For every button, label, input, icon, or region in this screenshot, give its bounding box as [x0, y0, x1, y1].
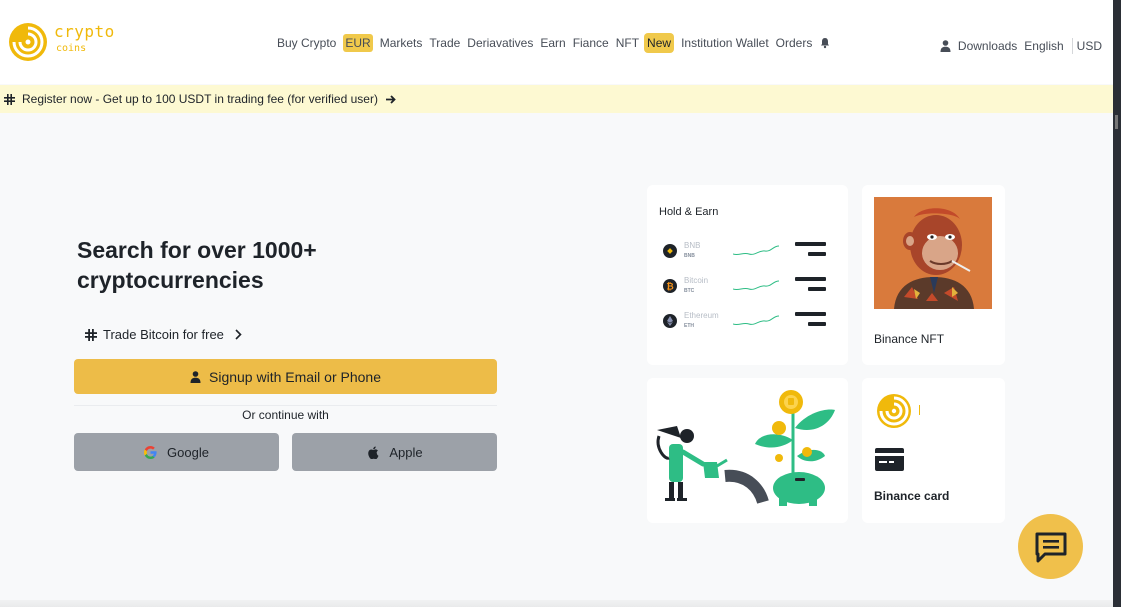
bitcoin-icon: ₿ [663, 279, 677, 293]
logo-text: crypto coins [54, 24, 115, 54]
downloads-link[interactable]: Downloads [958, 39, 1017, 53]
nft-ape-image [874, 197, 992, 309]
value-bar [795, 312, 826, 316]
language-selector[interactable]: English [1024, 39, 1063, 53]
bnb-icon [663, 244, 677, 258]
coin-row-bnb[interactable]: BNB BNB [663, 241, 833, 263]
hash-icon [85, 328, 97, 341]
continue-divider: Or continue with [74, 405, 497, 422]
top-header: crypto coins Buy Crypto EUR Markets Trad… [0, 0, 1113, 84]
signup-label: Signup with Email or Phone [209, 368, 381, 385]
arrow-right-icon[interactable] [385, 94, 396, 105]
currency-selector[interactable]: USD [1077, 39, 1102, 53]
logo-swirl-icon [9, 23, 47, 61]
coin-name: BNB [684, 241, 701, 250]
nav-buy-crypto[interactable]: Buy Crypto [277, 36, 336, 50]
value-bar [795, 277, 826, 281]
value-bar [808, 322, 826, 326]
coin-symbol: ETH [684, 323, 694, 329]
nav-earn[interactable]: Earn [540, 36, 565, 50]
chat-support-button[interactable] [1018, 514, 1083, 579]
hero-title: Search for over 1000+ cryptocurrencies [77, 237, 317, 293]
trade-link-label: Trade Bitcoin for free [103, 327, 224, 342]
apple-button[interactable]: Apple [292, 433, 497, 471]
window-edge [1113, 0, 1121, 607]
nav-finance[interactable]: Fiance [573, 36, 609, 50]
sparkline [733, 315, 779, 326]
ethereum-icon [663, 314, 677, 328]
value-bar [808, 287, 826, 291]
google-label: Google [167, 444, 209, 460]
hash-icon [4, 93, 15, 105]
hold-earn-card[interactable]: Hold & Earn BNB BNB ₿ Bitcoin BTC Ethere… [647, 185, 848, 365]
nav-nft[interactable]: NFT [616, 36, 639, 50]
coin-symbol: BTC [684, 288, 695, 294]
nav-new-badge: New [644, 33, 675, 53]
nav-institution-wallet[interactable]: Institution Wallet [681, 36, 769, 50]
promo-banner[interactable]: Register now - Get up to 100 USDT in tra… [0, 85, 1113, 113]
hold-earn-title: Hold & Earn [659, 206, 719, 218]
svg-text:₿: ₿ [666, 282, 673, 292]
user-icon [190, 370, 201, 383]
nav-orders[interactable]: Orders [776, 36, 813, 50]
banner-text: Register now - Get up to 100 USDT in tra… [22, 92, 378, 106]
sparkline [733, 245, 779, 256]
chevron-right-icon [235, 329, 242, 340]
growing-money-illustration [656, 390, 835, 506]
header-right: Downloads English USD [940, 38, 1102, 54]
apple-label: Apple [389, 444, 423, 460]
bell-icon[interactable] [819, 37, 831, 49]
card-icon [875, 448, 904, 471]
value-bar [808, 252, 826, 256]
google-icon [144, 445, 157, 459]
coin-row-eth[interactable]: Ethereum ETH [663, 311, 833, 333]
continue-text: Or continue with [236, 408, 335, 422]
binance-card-label: Binance card [874, 489, 950, 503]
logo[interactable]: crypto coins [8, 22, 115, 62]
sparkline [733, 280, 779, 291]
main-nav: Buy Crypto EUR Markets Trade Deriavative… [277, 33, 831, 53]
nav-trade[interactable]: Trade [429, 36, 460, 50]
binance-card-card[interactable]: Binance card [862, 378, 1005, 523]
nft-card-label: Binance NFT [874, 332, 945, 346]
nav-markets[interactable]: Markets [380, 36, 423, 50]
coin-symbol: BNB [684, 253, 695, 259]
chat-icon [1035, 532, 1066, 562]
nft-card[interactable]: Binance NFT [862, 185, 1005, 365]
nav-derivatives[interactable]: Deriavatives [467, 36, 533, 50]
earn-illustration-card[interactable] [647, 378, 848, 523]
logo-line2: coins [56, 43, 87, 54]
user-icon[interactable] [940, 40, 951, 52]
trade-bitcoin-link[interactable]: Trade Bitcoin for free [85, 327, 242, 342]
apple-icon [368, 446, 379, 459]
coin-name: Bitcoin [684, 276, 709, 285]
value-bar [795, 242, 826, 246]
logo-swirl-icon [877, 394, 920, 428]
coin-name: Ethereum [684, 311, 719, 320]
header-divider [1071, 38, 1073, 54]
signup-button[interactable]: Signup with Email or Phone [74, 359, 497, 394]
google-button[interactable]: Google [74, 433, 279, 471]
page-bottom-shadow [0, 600, 1113, 607]
nav-eur-badge[interactable]: EUR [343, 34, 373, 52]
coin-row-btc[interactable]: ₿ Bitcoin BTC [663, 276, 833, 298]
logo-line1: crypto [54, 22, 115, 41]
